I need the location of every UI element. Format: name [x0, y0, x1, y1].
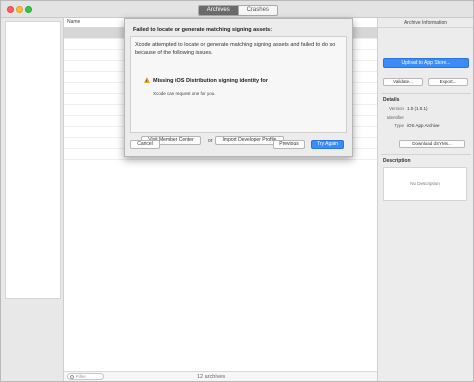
- list-bottom-bar: Filter 12 archives: [64, 371, 377, 381]
- inspector-title: Archive Information: [378, 18, 473, 28]
- search-icon: [70, 375, 74, 379]
- app-sidebar: [1, 18, 64, 381]
- detail-key: Version: [388, 106, 404, 111]
- signing-error-sheet: Failed to locate or generate matching si…: [124, 18, 353, 157]
- upload-to-app-store-button[interactable]: Upload to App Store...: [383, 58, 469, 68]
- detail-value: 1.0 (1.0.1): [407, 106, 428, 111]
- organizer-tab-control: Archives Crashes: [198, 5, 278, 16]
- filter-placeholder: Filter: [76, 374, 86, 379]
- filter-field[interactable]: Filter: [67, 373, 104, 380]
- detail-key: Type: [394, 123, 404, 128]
- tab-crashes[interactable]: Crashes: [239, 6, 278, 15]
- description-heading: Description: [383, 158, 411, 164]
- export-button[interactable]: Export...: [428, 78, 468, 86]
- zoom-window-button[interactable]: [25, 6, 32, 13]
- error-message: Xcode attempted to locate or generate ma…: [135, 42, 336, 56]
- sheet-title: Failed to locate or generate matching si…: [133, 27, 273, 33]
- issue-title: Missing iOS Distribution signing identit…: [153, 78, 268, 84]
- try-again-button[interactable]: Try Again: [311, 140, 344, 149]
- detail-value: iOS App Archive: [407, 123, 440, 128]
- close-window-button[interactable]: [7, 6, 14, 13]
- or-label: or: [208, 138, 213, 144]
- toolbar: Archives Crashes: [1, 1, 473, 18]
- minimize-window-button[interactable]: [16, 6, 23, 13]
- warning-icon: [144, 77, 150, 83]
- tab-archives[interactable]: Archives: [199, 6, 238, 15]
- description-field[interactable]: No Description: [383, 167, 467, 201]
- app-list[interactable]: [5, 21, 61, 299]
- details-heading: Details: [383, 97, 400, 103]
- validate-button[interactable]: Validate...: [383, 78, 423, 86]
- archive-inspector: Archive Information Upload to App Store.…: [377, 18, 473, 381]
- inspector-divider: [381, 93, 471, 94]
- archive-count: 12 archives: [197, 374, 226, 380]
- detail-key: Identifier: [386, 115, 404, 120]
- organizer-window: Archives Crashes Name Filter 12 archives…: [0, 0, 474, 382]
- cancel-button[interactable]: Cancel: [130, 140, 160, 149]
- previous-button[interactable]: Previous: [273, 140, 305, 149]
- issues-box: Xcode attempted to locate or generate ma…: [130, 36, 347, 145]
- download-dsyms-button[interactable]: Download dSYMs...: [399, 140, 465, 148]
- description-placeholder: No Description: [410, 181, 440, 186]
- issue-detail: Xcode can request one for you.: [153, 91, 216, 96]
- inspector-divider: [381, 154, 471, 155]
